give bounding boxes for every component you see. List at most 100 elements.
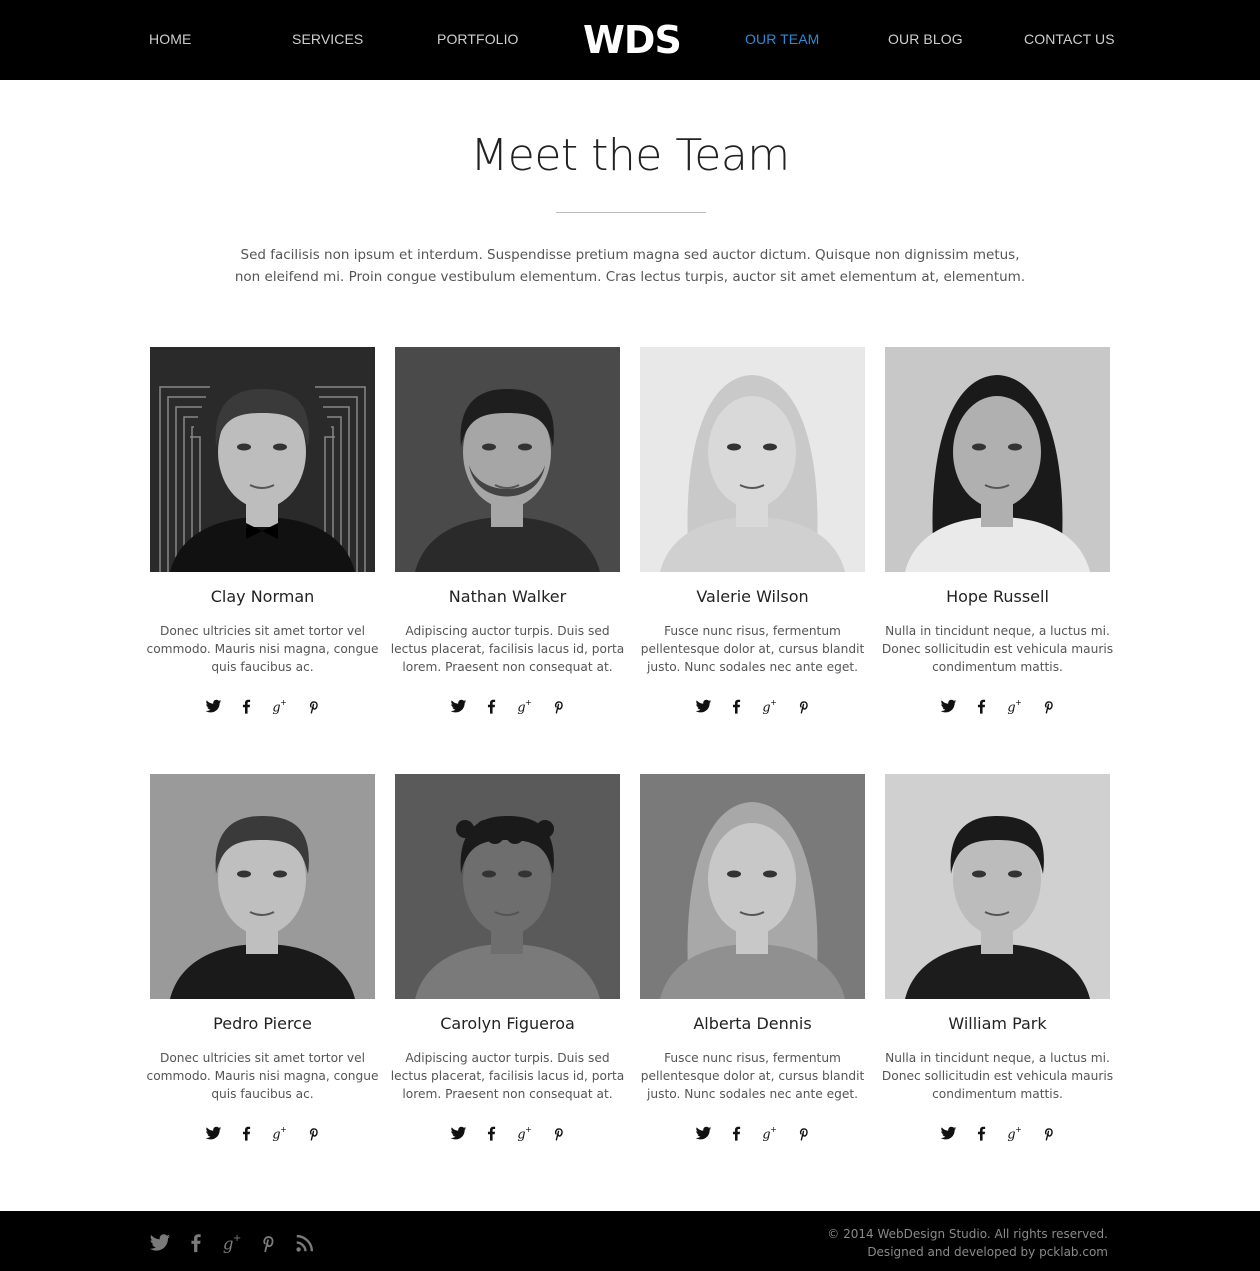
- title-divider: [556, 212, 706, 213]
- facebook-icon[interactable]: [726, 1123, 746, 1143]
- svg-text:g: g: [517, 700, 525, 715]
- facebook-icon[interactable]: [481, 1123, 501, 1143]
- site-logo[interactable]: WDS: [583, 18, 682, 62]
- google-plus-icon[interactable]: g +: [220, 1231, 244, 1255]
- svg-text:g: g: [272, 700, 280, 715]
- pinterest-icon[interactable]: [548, 1123, 568, 1143]
- pinterest-icon[interactable]: [303, 696, 323, 716]
- nav-portfolio-link[interactable]: PORTFOLIO: [437, 31, 519, 47]
- twitter-icon[interactable]: [203, 696, 223, 716]
- intro-line-2: non eleifend mi. Proin congue vestibulum…: [234, 269, 1026, 285]
- facebook-icon[interactable]: [481, 696, 501, 716]
- member-bio: Fusce nunc risus, fermentum pellentesque…: [640, 624, 865, 674]
- facebook-icon[interactable]: [236, 1123, 256, 1143]
- member-name: Hope Russell: [946, 587, 1049, 606]
- member-photo: [395, 347, 620, 572]
- member-photo: [150, 347, 375, 572]
- member-name: Nathan Walker: [448, 587, 567, 606]
- svg-text:g: g: [1007, 1127, 1015, 1142]
- member-social-links: g +: [885, 1123, 1110, 1143]
- svg-text:g: g: [517, 1127, 525, 1142]
- member-photo: [640, 347, 865, 572]
- member-social-links: g +: [395, 696, 620, 716]
- credits-line[interactable]: Designed and developed by pcklab.com: [827, 1243, 1108, 1261]
- svg-text:+: +: [280, 698, 287, 707]
- member-photo: [885, 347, 1110, 572]
- member-social-links: g +: [640, 696, 865, 716]
- member-bio: Fusce nunc risus, fermentum pellentesque…: [640, 1051, 865, 1101]
- member-name: Valerie Wilson: [696, 587, 809, 606]
- twitter-icon[interactable]: [203, 1123, 223, 1143]
- twitter-icon[interactable]: [148, 1231, 172, 1255]
- svg-text:g: g: [762, 700, 770, 715]
- twitter-icon[interactable]: [693, 1123, 713, 1143]
- svg-text:+: +: [525, 698, 532, 707]
- google-plus-icon[interactable]: g +: [269, 1123, 289, 1143]
- pinterest-icon[interactable]: [256, 1231, 280, 1255]
- pinterest-icon[interactable]: [793, 1123, 813, 1143]
- member-social-links: g +: [885, 696, 1110, 716]
- member-photo: [640, 774, 865, 999]
- facebook-icon[interactable]: [726, 696, 746, 716]
- nav-contact-us-link[interactable]: CONTACT US: [1024, 31, 1115, 47]
- svg-text:+: +: [1015, 1125, 1022, 1134]
- member-name: Pedro Pierce: [213, 1014, 312, 1033]
- google-plus-icon[interactable]: g +: [514, 696, 534, 716]
- top-navigation-bar: HOME SERVICES PORTFOLIO WDS OUR TEAM OUR…: [0, 0, 1260, 80]
- pinterest-icon[interactable]: [1038, 1123, 1058, 1143]
- twitter-icon[interactable]: [938, 696, 958, 716]
- pinterest-icon[interactable]: [1038, 696, 1058, 716]
- facebook-icon[interactable]: [971, 1123, 991, 1143]
- google-plus-icon[interactable]: g +: [269, 696, 289, 716]
- svg-text:+: +: [280, 1125, 287, 1134]
- member-name: Alberta Dennis: [693, 1014, 812, 1033]
- facebook-icon[interactable]: [236, 696, 256, 716]
- google-plus-icon[interactable]: g +: [759, 696, 779, 716]
- member-name: Clay Norman: [210, 587, 315, 606]
- nav-services-link[interactable]: SERVICES: [292, 31, 363, 47]
- member-social-links: g +: [150, 1123, 375, 1143]
- google-plus-icon[interactable]: g +: [759, 1123, 779, 1143]
- svg-text:+: +: [1015, 698, 1022, 707]
- member-photo: [150, 774, 375, 999]
- page-title: Meet the Team: [470, 130, 790, 181]
- google-plus-icon[interactable]: g +: [514, 1123, 534, 1143]
- twitter-icon[interactable]: [693, 696, 713, 716]
- google-plus-icon[interactable]: g +: [1004, 1123, 1024, 1143]
- pinterest-icon[interactable]: [793, 696, 813, 716]
- copyright: © 2014 WebDesign Studio. All rights rese…: [827, 1225, 1108, 1261]
- twitter-icon[interactable]: [448, 696, 468, 716]
- twitter-icon[interactable]: [938, 1123, 958, 1143]
- nav-our-blog-link[interactable]: OUR BLOG: [888, 31, 963, 47]
- member-social-links: g +: [640, 1123, 865, 1143]
- intro-paragraph: Sed facilisis non ipsum et interdum. Sus…: [230, 244, 1030, 288]
- svg-text:+: +: [770, 698, 777, 707]
- member-name: William Park: [948, 1014, 1047, 1033]
- svg-text:+: +: [770, 1125, 777, 1134]
- pinterest-icon[interactable]: [303, 1123, 323, 1143]
- member-bio: Nulla in tincidunt neque, a luctus mi. D…: [881, 1051, 1114, 1101]
- twitter-icon[interactable]: [448, 1123, 468, 1143]
- facebook-icon[interactable]: [971, 696, 991, 716]
- svg-text:+: +: [525, 1125, 532, 1134]
- member-name: Carolyn Figueroa: [440, 1014, 575, 1033]
- svg-text:+: +: [233, 1233, 241, 1244]
- google-plus-icon[interactable]: g +: [1004, 696, 1024, 716]
- nav-our-team-link[interactable]: OUR TEAM: [745, 31, 819, 47]
- svg-text:g: g: [272, 1127, 280, 1142]
- footer: g + © 2014 WebDesign Studio. All rights r…: [0, 1211, 1260, 1271]
- member-bio: Adipiscing auctor turpis. Duis sed lectu…: [390, 624, 625, 674]
- svg-text:g: g: [223, 1234, 234, 1253]
- copyright-line: © 2014 WebDesign Studio. All rights rese…: [827, 1227, 1108, 1241]
- svg-text:g: g: [762, 1127, 770, 1142]
- member-social-links: g +: [395, 1123, 620, 1143]
- member-photo: [395, 774, 620, 999]
- rss-icon[interactable]: [293, 1231, 317, 1255]
- svg-text:g: g: [1007, 700, 1015, 715]
- intro-line-1: Sed facilisis non ipsum et interdum. Sus…: [240, 247, 1020, 263]
- facebook-icon[interactable]: [184, 1231, 208, 1255]
- member-bio: Donec ultricies sit amet tortor vel comm…: [146, 1051, 379, 1101]
- member-social-links: g +: [150, 696, 375, 716]
- nav-home-link[interactable]: HOME: [149, 31, 191, 47]
- pinterest-icon[interactable]: [548, 696, 568, 716]
